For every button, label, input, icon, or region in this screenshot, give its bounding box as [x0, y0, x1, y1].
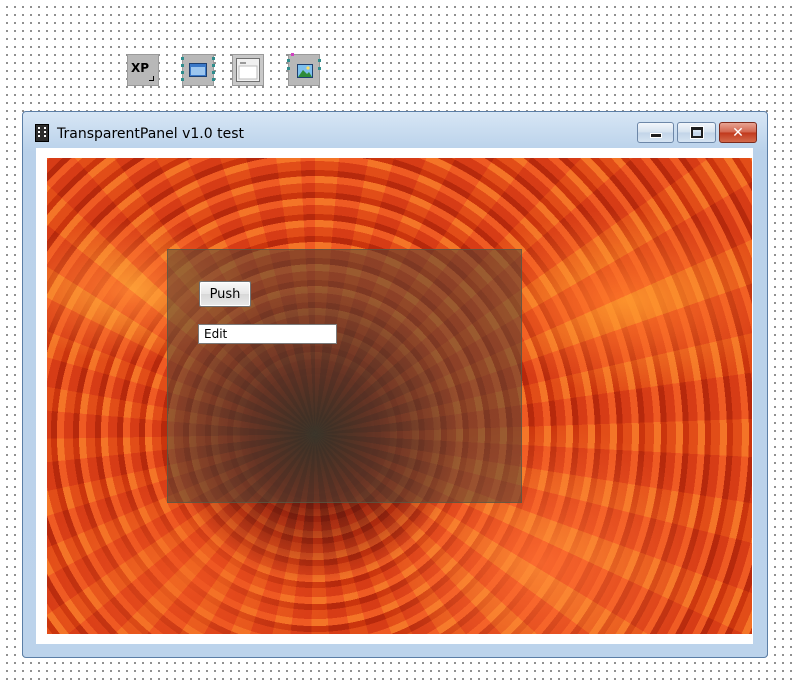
- image-icon: [297, 64, 313, 78]
- selection-handle: [181, 64, 184, 67]
- form-component[interactable]: [232, 54, 264, 86]
- selection-handle: [318, 59, 321, 62]
- selection-handle: [212, 64, 215, 67]
- selection-handle: [181, 57, 184, 60]
- minimize-icon: [649, 133, 662, 138]
- selection-handle: [212, 78, 215, 81]
- xp-manifest-component[interactable]: XP: [127, 54, 159, 86]
- selection-handle: [287, 67, 290, 70]
- panel-component[interactable]: [181, 54, 215, 86]
- window-title: TransparentPanel v1.0 test: [57, 126, 244, 142]
- transparent-panel: Push: [167, 249, 522, 503]
- background-image: Push: [47, 158, 752, 634]
- selection-handle: [181, 71, 184, 74]
- selection-handle: [212, 71, 215, 74]
- form-icon: [236, 58, 260, 82]
- corner-mark-icon: [149, 76, 154, 81]
- image-component[interactable]: [287, 53, 321, 86]
- app-window: TransparentPanel v1.0 test ✕ Push: [22, 111, 768, 658]
- xp-label: XP: [131, 61, 150, 75]
- film-strip-icon: [35, 124, 49, 142]
- close-button[interactable]: ✕: [719, 122, 757, 143]
- push-button[interactable]: Push: [199, 281, 251, 307]
- edit-field[interactable]: [198, 324, 337, 344]
- close-icon: ✕: [732, 124, 744, 141]
- selection-handle: [181, 78, 184, 81]
- maximize-button[interactable]: [677, 122, 716, 143]
- selection-handle: [291, 53, 294, 56]
- selection-handle: [212, 57, 215, 60]
- panel-icon: [189, 63, 207, 77]
- minimize-button[interactable]: [637, 122, 674, 143]
- selection-handle: [287, 59, 290, 62]
- client-area: Push: [36, 148, 753, 644]
- selection-handle: [318, 67, 321, 70]
- maximize-icon: [690, 127, 703, 138]
- title-bar[interactable]: TransparentPanel v1.0 test ✕: [23, 112, 767, 148]
